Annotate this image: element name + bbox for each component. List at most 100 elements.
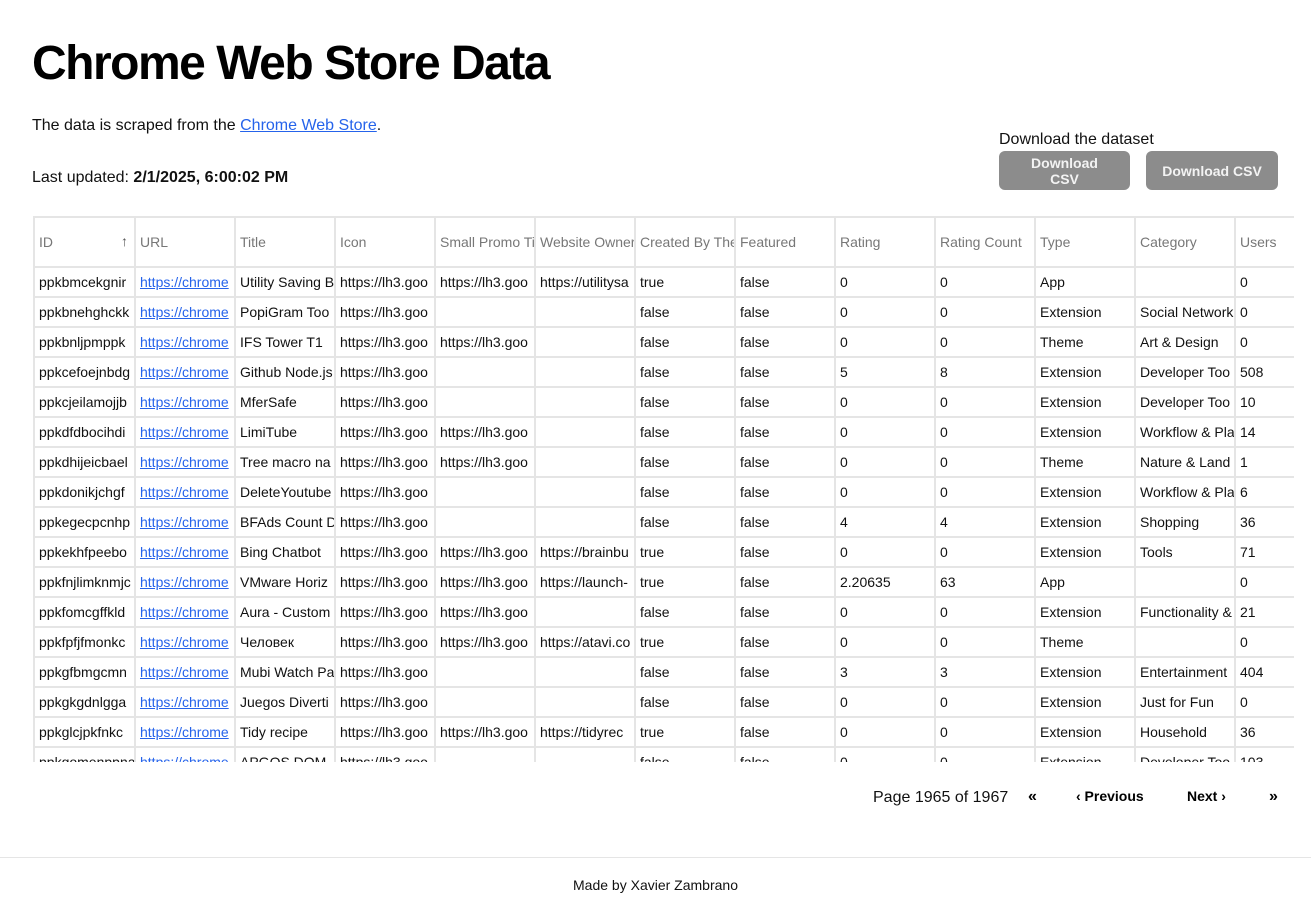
url-link[interactable]: https://chrome xyxy=(135,507,236,538)
previous-page-button[interactable]: ‹ Previous xyxy=(1076,788,1144,804)
table-cell: 0 xyxy=(835,717,936,748)
table-cell: App xyxy=(1035,567,1136,598)
table-cell: https://launch- xyxy=(535,567,636,598)
url-link[interactable]: https://chrome xyxy=(135,597,236,628)
column-header-created-by-the-owner[interactable]: Created By The Owner xyxy=(635,218,736,268)
table-cell: 8 xyxy=(935,357,1036,388)
last-page-button[interactable]: » xyxy=(1269,788,1278,806)
table-cell: 0 xyxy=(935,297,1036,328)
column-header-users[interactable]: Users xyxy=(1235,218,1294,268)
url-link[interactable]: https://chrome xyxy=(135,717,236,748)
first-page-button[interactable]: « xyxy=(1028,788,1037,806)
column-header-category[interactable]: Category xyxy=(1135,218,1236,268)
table-cell: 0 xyxy=(935,537,1036,568)
table-cell xyxy=(435,477,536,508)
table-row: ppkgkgdnlgga https://chrome Juegos Diverti… xyxy=(35,687,1294,718)
table-cell: Tree macro na xyxy=(235,447,336,478)
column-header-website-owner[interactable]: Website Owner xyxy=(535,218,636,268)
column-header-id[interactable]: ID ↑ xyxy=(35,218,136,268)
table-cell: 0 xyxy=(835,417,936,448)
url-link[interactable]: https://chrome xyxy=(135,327,236,358)
table-row: ppkdonikjchgf https://chrome DeleteYoutube… xyxy=(35,477,1294,508)
table-cell: 0 xyxy=(935,717,1036,748)
table-cell: ppkfnjlimknmjc xyxy=(35,567,136,598)
url-link[interactable]: https://chrome xyxy=(135,267,236,298)
url-link[interactable]: https://chrome xyxy=(135,447,236,478)
table-cell: 0 xyxy=(835,447,936,478)
table-cell: false xyxy=(635,477,736,508)
table-cell: Theme xyxy=(1035,327,1136,358)
table-cell xyxy=(535,597,636,628)
table-cell: 0 xyxy=(835,537,936,568)
download-csv-button-2[interactable]: Download CSV xyxy=(1146,151,1278,190)
url-link[interactable]: https://chrome xyxy=(135,297,236,328)
table-cell: https://brainbu xyxy=(535,537,636,568)
table-cell xyxy=(535,687,636,718)
column-header-icon[interactable]: Icon xyxy=(335,218,436,268)
column-header-title[interactable]: Title xyxy=(235,218,336,268)
column-header-featured[interactable]: Featured xyxy=(735,218,836,268)
table-cell: Tidy recipe xyxy=(235,717,336,748)
table-cell: true xyxy=(635,267,736,298)
data-table-container[interactable]: ID ↑ URL Title Icon Small Promo Tile Website O… xyxy=(33,216,1294,762)
last-updated-value: 2/1/2025, 6:00:02 PM xyxy=(133,169,289,186)
table-cell: LimiTube xyxy=(235,417,336,448)
table-cell: 0 xyxy=(835,597,936,628)
table-cell: 1 xyxy=(1235,447,1294,478)
table-cell: 0 xyxy=(835,267,936,298)
table-cell: ppkglcjpkfnkc xyxy=(35,717,136,748)
table-cell: Household xyxy=(1135,717,1236,748)
url-link[interactable]: https://chrome xyxy=(135,567,236,598)
chrome-web-store-link[interactable]: Chrome Web Store xyxy=(240,117,377,134)
column-header-rating-count[interactable]: Rating Count xyxy=(935,218,1036,268)
next-page-button[interactable]: Next › xyxy=(1187,788,1226,804)
column-header-url[interactable]: URL xyxy=(135,218,236,268)
download-csv-button[interactable]: Download CSV xyxy=(999,151,1130,190)
url-link[interactable]: https://chrome xyxy=(135,687,236,718)
table-cell: false xyxy=(735,477,836,508)
table-cell: 0 xyxy=(935,477,1036,508)
column-header-small-promo-tile[interactable]: Small Promo Tile xyxy=(435,218,536,268)
table-cell: Entertainment xyxy=(1135,657,1236,688)
table-cell: https://lh3.goo xyxy=(435,537,536,568)
table-cell: https://lh3.goo xyxy=(435,717,536,748)
table-cell: https://lh3.goo xyxy=(335,297,436,328)
table-cell: false xyxy=(735,597,836,628)
table-row: ppkgfbmgcmn https://chrome Mubi Watch Pa ht… xyxy=(35,657,1294,688)
column-header-label: Category xyxy=(1140,234,1197,250)
table-cell: Tools xyxy=(1135,537,1236,568)
url-link[interactable]: https://chrome xyxy=(135,357,236,388)
table-row: ppkbnljpmppk https://chrome IFS Tower T1 ht… xyxy=(35,327,1294,358)
table-cell xyxy=(1135,627,1236,658)
table-cell: false xyxy=(735,507,836,538)
table-cell xyxy=(435,687,536,718)
table-cell: false xyxy=(635,387,736,418)
table-cell: https://lh3.goo xyxy=(335,447,436,478)
table-cell: Developer Too xyxy=(1135,387,1236,418)
table-cell: 0 xyxy=(835,477,936,508)
url-link[interactable]: https://chrome xyxy=(135,537,236,568)
table-cell: https://tidyrec xyxy=(535,717,636,748)
table-cell: https://utilitysa xyxy=(535,267,636,298)
data-table: ID ↑ URL Title Icon Small Promo Tile Website O… xyxy=(35,218,1294,762)
table-cell: https://lh3.goo xyxy=(335,747,436,762)
table-cell: true xyxy=(635,537,736,568)
column-header-rating[interactable]: Rating xyxy=(835,218,936,268)
url-link[interactable]: https://chrome xyxy=(135,387,236,418)
table-cell: https://lh3.goo xyxy=(335,627,436,658)
url-link[interactable]: https://chrome xyxy=(135,477,236,508)
table-cell: Theme xyxy=(1035,447,1136,478)
url-link[interactable]: https://chrome xyxy=(135,747,236,762)
url-link[interactable]: https://chrome xyxy=(135,657,236,688)
url-link[interactable]: https://chrome xyxy=(135,627,236,658)
intro-text: The data is scraped from the Chrome Web … xyxy=(32,117,381,135)
column-header-type[interactable]: Type xyxy=(1035,218,1136,268)
table-cell: Extension xyxy=(1035,537,1136,568)
table-cell: 0 xyxy=(935,597,1036,628)
table-cell: 0 xyxy=(1235,567,1294,598)
table-cell: ppkfpfjfmonkc xyxy=(35,627,136,658)
url-link[interactable]: https://chrome xyxy=(135,417,236,448)
table-cell xyxy=(435,387,536,418)
table-row: ppkdhijeicbael https://chrome Tree macro n… xyxy=(35,447,1294,478)
table-cell: 0 xyxy=(1235,687,1294,718)
